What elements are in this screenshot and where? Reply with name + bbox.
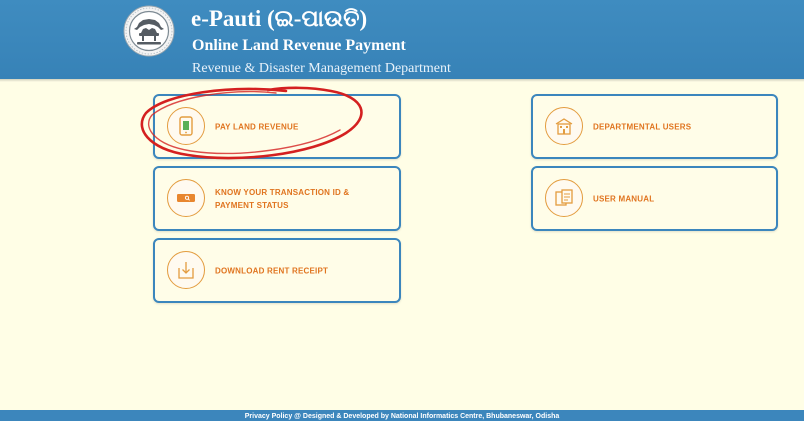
departmental-users-button[interactable]: DEPARTMENTAL USERS: [531, 94, 778, 159]
site-header: e-Pauti (ଇ-ପାଉତି) Online Land Revenue Pa…: [0, 0, 804, 79]
manual-book-icon: [545, 179, 583, 217]
department-name: Revenue & Disaster Management Department: [192, 61, 451, 76]
footer-text[interactable]: Privacy Policy @ Designed & Developed by…: [0, 413, 804, 420]
download-icon: [167, 251, 205, 289]
search-card-icon: [167, 179, 205, 217]
site-title: e-Pauti (ଇ-ପାଉତି): [191, 6, 368, 31]
building-icon: [545, 107, 583, 145]
pay-land-revenue-button[interactable]: PAY LAND REVENUE: [153, 94, 401, 159]
user-manual-label: USER MANUAL: [593, 194, 655, 203]
mobile-payment-icon: [167, 107, 205, 145]
odisha-emblem-icon: [123, 5, 175, 57]
pay-land-revenue-label: PAY LAND REVENUE: [215, 122, 299, 131]
transaction-status-button[interactable]: KNOW YOUR TRANSACTION ID & PAYMENT STATU…: [153, 166, 401, 231]
header-shadow: [0, 79, 804, 82]
site-footer: Privacy Policy @ Designed & Developed by…: [0, 410, 804, 421]
site-subtitle: Online Land Revenue Payment: [192, 37, 406, 54]
download-rent-receipt-button[interactable]: DOWNLOAD RENT RECEIPT: [153, 238, 401, 303]
departmental-users-label: DEPARTMENTAL USERS: [593, 122, 692, 131]
download-rent-receipt-label: DOWNLOAD RENT RECEIPT: [215, 266, 329, 275]
transaction-status-label: KNOW YOUR TRANSACTION ID & PAYMENT STATU…: [215, 187, 350, 210]
user-manual-button[interactable]: USER MANUAL: [531, 166, 778, 231]
